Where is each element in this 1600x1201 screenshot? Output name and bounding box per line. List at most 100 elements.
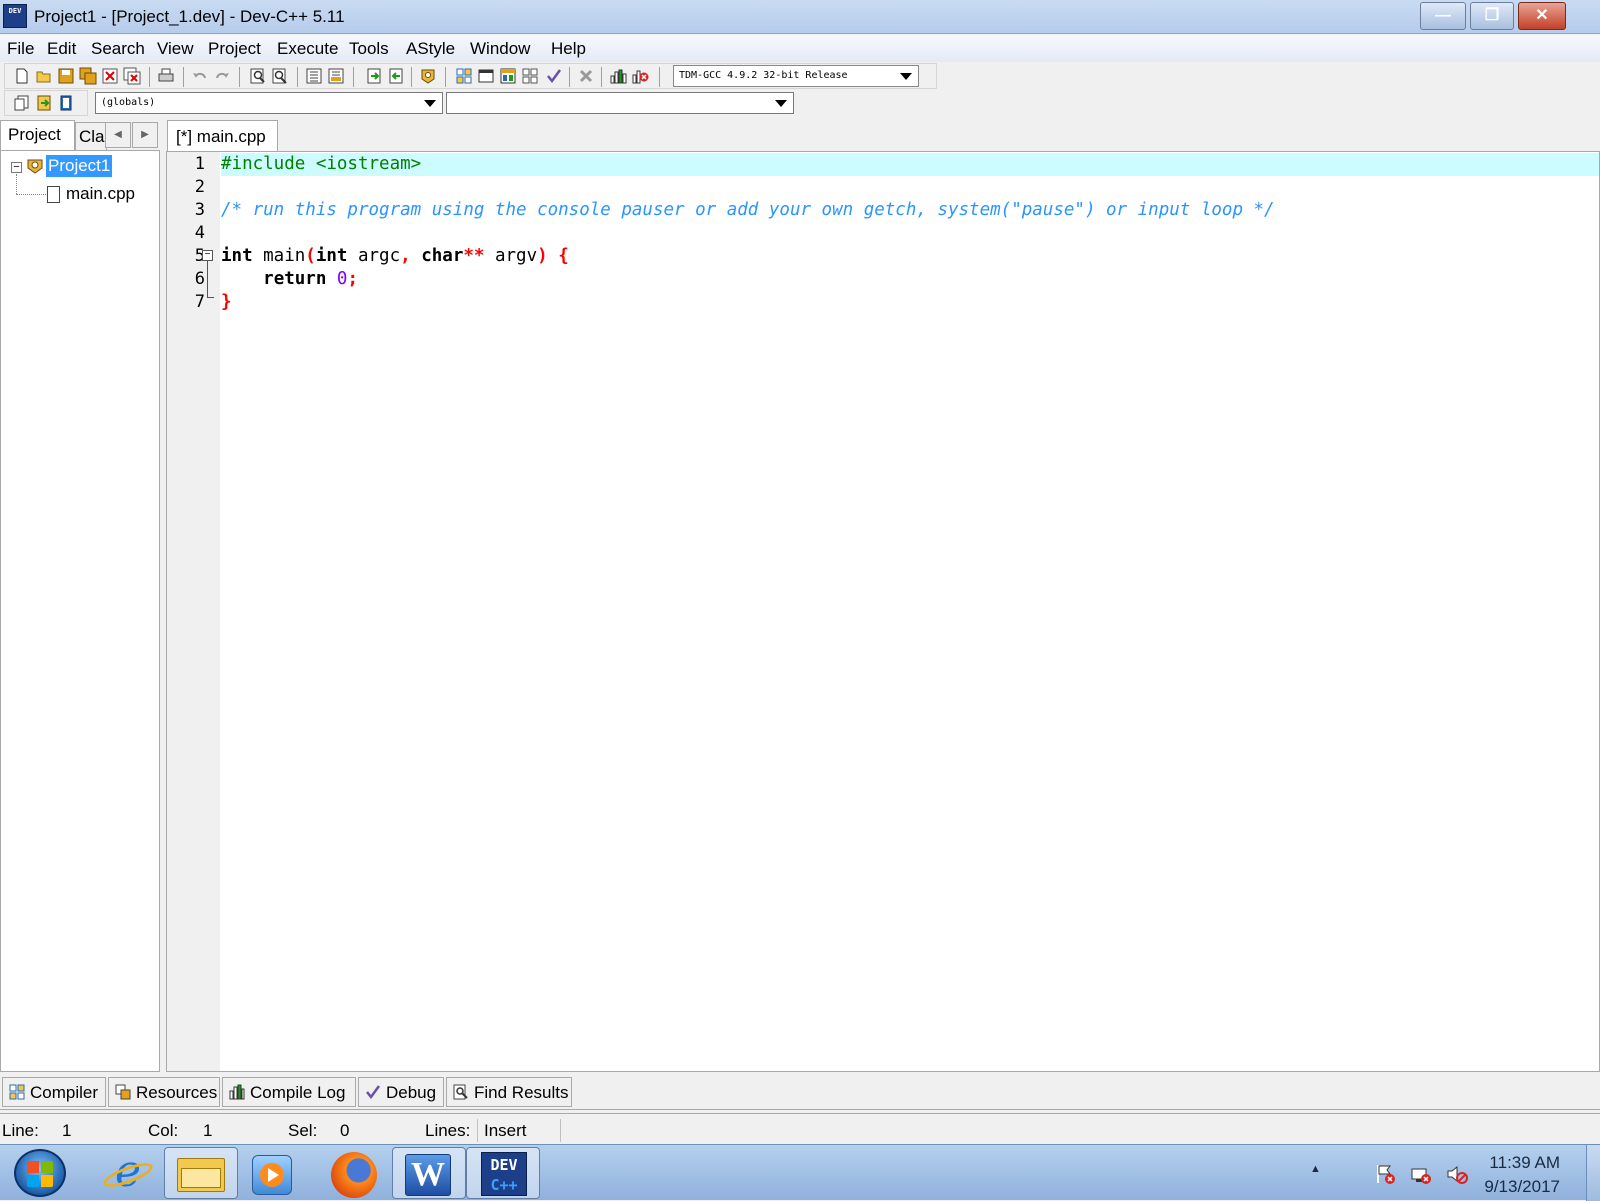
line-number: 4: [194, 223, 205, 243]
compiler-select[interactable]: TDM-GCC 4.9.2 32-bit Release: [673, 65, 919, 87]
code-line-7: }: [221, 291, 1599, 314]
fold-end: [207, 297, 214, 298]
menu-file[interactable]: File: [7, 39, 34, 59]
line-number: 2: [194, 177, 205, 197]
taskbar-firefox[interactable]: [318, 1147, 392, 1199]
toolbar-separator: [149, 67, 150, 87]
taskbar-media-player[interactable]: [236, 1147, 310, 1199]
restore-button[interactable]: ❐: [1470, 2, 1514, 30]
number: 0: [326, 269, 348, 289]
menu-bar: File Edit Search View Project Execute To…: [0, 35, 1600, 62]
tree-item-main-cpp[interactable]: main.cpp: [66, 184, 135, 204]
remove-from-project-icon[interactable]: [387, 67, 405, 85]
windows-logo-green: [41, 1161, 53, 1173]
close-file-icon[interactable]: [101, 67, 119, 85]
profile-analysis-icon[interactable]: [609, 67, 627, 85]
status-lines-label: Lines:: [425, 1121, 471, 1140]
menu-tools[interactable]: Tools: [349, 39, 389, 59]
run-icon[interactable]: [477, 67, 495, 85]
taskbar-devcpp[interactable]: DEV C++: [466, 1147, 540, 1199]
taskbar-explorer[interactable]: [164, 1147, 238, 1199]
compile-log-icon: [229, 1084, 245, 1100]
menu-help[interactable]: Help: [551, 39, 586, 59]
undo-icon[interactable]: [191, 67, 209, 85]
add-to-project-icon[interactable]: [365, 67, 383, 85]
line-number: 3: [194, 200, 205, 220]
open-file-icon[interactable]: [35, 67, 53, 85]
symbol: ): [537, 246, 548, 266]
replace-icon[interactable]: [271, 67, 289, 85]
find-icon[interactable]: [249, 67, 267, 85]
indent-icon[interactable]: [305, 67, 323, 85]
status-bar: Line: 1 Col: 1 Sel: 0 Lines: Insert: [0, 1117, 1600, 1144]
stop-execution-icon[interactable]: [577, 67, 595, 85]
close-icon: ✕: [1535, 7, 1549, 24]
goto-definition-icon[interactable]: [35, 94, 53, 112]
unindent-icon[interactable]: [327, 67, 345, 85]
code-editor[interactable]: 1 2 3 4 5 6 7 − #include <iostream> /* r…: [166, 151, 1600, 1072]
devcpp-icon: DEV C++: [481, 1152, 527, 1196]
tab-compiler[interactable]: Compiler: [2, 1077, 106, 1107]
show-hidden-icons[interactable]: ▲: [1310, 1163, 1321, 1175]
save-all-icon[interactable]: [79, 67, 97, 85]
insert-icon[interactable]: [57, 94, 75, 112]
goto-declaration-icon[interactable]: [13, 94, 31, 112]
menu-search[interactable]: Search: [91, 39, 145, 59]
delete-profile-icon[interactable]: [631, 67, 649, 85]
file-icon: [47, 186, 60, 203]
menu-execute[interactable]: Execute: [277, 39, 338, 59]
tab-compile-log[interactable]: Compile Log: [222, 1077, 356, 1107]
member-select[interactable]: [446, 92, 794, 114]
tab-find-results-label: Find Results: [474, 1083, 569, 1102]
fold-collapse-icon[interactable]: −: [202, 250, 213, 261]
redo-icon[interactable]: [213, 67, 231, 85]
tab-project[interactable]: Project: [0, 120, 75, 151]
menu-astyle[interactable]: AStyle: [406, 39, 455, 59]
start-button[interactable]: [14, 1149, 66, 1197]
symbol: ,: [400, 246, 411, 266]
close-button[interactable]: ✕: [1518, 2, 1566, 30]
scroll-left-icon[interactable]: ◀: [105, 122, 131, 148]
menu-view[interactable]: View: [157, 39, 194, 59]
volume-muted-icon[interactable]: [1446, 1163, 1468, 1185]
minimize-button[interactable]: —: [1420, 2, 1466, 30]
tree-guide-line: [16, 174, 17, 194]
compile-icon[interactable]: [455, 67, 473, 85]
symbol: }: [221, 292, 232, 312]
taskbar-word[interactable]: W: [392, 1147, 466, 1199]
tree-item-project[interactable]: Project1: [46, 155, 113, 177]
menu-project[interactable]: Project: [208, 39, 261, 59]
action-center-flag-icon[interactable]: [1374, 1163, 1396, 1185]
scope-select[interactable]: (globals): [95, 92, 443, 114]
line-number: 7: [194, 292, 205, 312]
save-icon[interactable]: [57, 67, 75, 85]
network-disconnected-icon[interactable]: [1410, 1163, 1432, 1185]
taskbar-internet-explorer[interactable]: e: [90, 1147, 164, 1199]
show-desktop-button[interactable]: [1586, 1145, 1600, 1201]
scroll-right-icon[interactable]: ▶: [132, 122, 158, 148]
devcpp-line2: C++: [490, 1176, 518, 1194]
system-clock[interactable]: 11:39 AM 9/13/2017: [1484, 1151, 1560, 1199]
tab-find-results[interactable]: Find Results: [446, 1077, 572, 1107]
new-file-icon[interactable]: [13, 67, 31, 85]
print-icon[interactable]: [157, 67, 175, 85]
panel-splitter[interactable]: [0, 1109, 1600, 1114]
editor-tab-main-cpp[interactable]: [*] main.cpp: [167, 120, 278, 152]
menu-window[interactable]: Window: [470, 39, 530, 59]
compile-run-icon[interactable]: [499, 67, 517, 85]
project-options-icon[interactable]: [419, 67, 437, 85]
tab-classes[interactable]: Cla: [75, 122, 107, 150]
identifier: main: [252, 246, 306, 266]
identifier: argc: [347, 246, 401, 266]
close-all-icon[interactable]: [123, 67, 141, 85]
tab-resources[interactable]: Resources: [108, 1077, 220, 1107]
line-number: 6: [194, 269, 205, 289]
project-icon: [26, 157, 44, 175]
syntax-check-icon[interactable]: [545, 67, 563, 85]
tree-collapse-icon[interactable]: −: [11, 162, 22, 173]
devcpp-app-icon[interactable]: DEV: [3, 4, 27, 28]
tab-debug[interactable]: Debug: [358, 1077, 444, 1107]
menu-edit[interactable]: Edit: [47, 39, 76, 59]
rebuild-all-icon[interactable]: [521, 67, 539, 85]
